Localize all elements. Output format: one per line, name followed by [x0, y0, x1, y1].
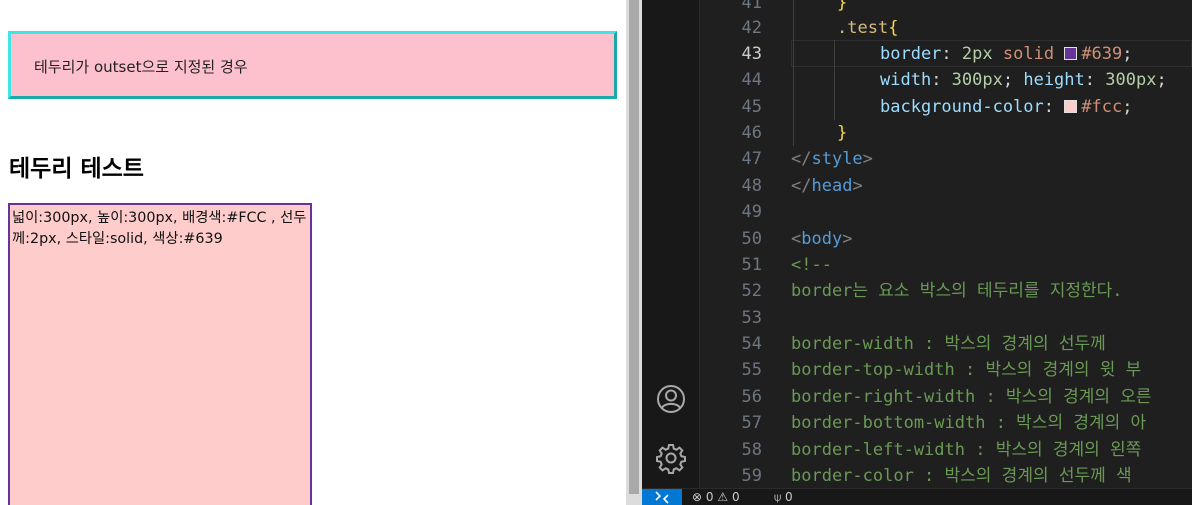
- line-number: 53: [741, 308, 762, 328]
- line-number: 55: [741, 360, 762, 380]
- warning-icon: ⚠: [717, 490, 729, 504]
- code-brace: {: [888, 18, 899, 38]
- line-number: 59: [741, 466, 762, 486]
- error-count: 0: [705, 490, 714, 504]
- code-editor[interactable]: } .test{ border: 2px solid #639; width: …: [791, 0, 1192, 488]
- line-number: 52: [741, 281, 762, 301]
- problems-status[interactable]: ⊗ 0 ⚠ 0: [692, 490, 740, 504]
- line-number: 50: [741, 229, 762, 249]
- outset-border-box: 테두리가 outset으로 지정된 경우: [8, 31, 617, 99]
- account-icon[interactable]: [655, 383, 687, 415]
- ports-status[interactable]: ⍦ 0: [774, 490, 793, 505]
- ports-count: 0: [785, 490, 793, 504]
- code-tag: style: [811, 149, 863, 169]
- line-number-active: 43: [741, 44, 762, 64]
- code-comment: border-left-width : 박스의 경계의 왼쪽: [791, 440, 1142, 460]
- test-box-text: 넓이:300px, 높이:300px, 배경색:#FCC , 선두께:2px, …: [12, 210, 307, 247]
- code-selector: .test: [837, 18, 889, 38]
- code-property: height: [1023, 70, 1085, 90]
- preview-scrollbar[interactable]: [626, 0, 642, 505]
- line-number: 41: [741, 0, 762, 13]
- code-property: width: [880, 70, 932, 90]
- warning-count: 0: [731, 490, 740, 504]
- outset-box-text: 테두리가 outset으로 지정된 경우: [34, 58, 248, 76]
- line-number: 48: [741, 176, 762, 196]
- code-comment: border-top-width : 박스의 경계의 윗 부: [791, 360, 1142, 380]
- line-number: 58: [741, 440, 762, 460]
- line-number: 57: [741, 413, 762, 433]
- broadcast-icon: ⍦: [774, 490, 782, 504]
- line-number: 44: [741, 70, 762, 90]
- code-property: border: [880, 44, 942, 64]
- status-bar: ⊗ 0 ⚠ 0 ⍦ 0: [642, 488, 1192, 505]
- line-number: 49: [741, 202, 762, 222]
- indent-guide: [834, 40, 835, 120]
- code-editor-window: 41 42 43 44 45 46 47 48 49 50 51 52 53 5…: [642, 0, 1192, 505]
- remote-button[interactable]: [642, 489, 682, 505]
- code-number: 2px: [961, 44, 993, 64]
- line-number: 42: [741, 18, 762, 38]
- line-number-gutter: 41 42 43 44 45 46 47 48 49 50 51 52 53 5…: [700, 0, 770, 488]
- line-number: 46: [741, 123, 762, 143]
- page-heading: 테두리 테스트: [9, 156, 144, 182]
- code-line: width: 300px; height: 300px;: [880, 70, 1167, 90]
- code-color: #639: [1081, 44, 1123, 64]
- line-number: 56: [741, 387, 762, 407]
- line-number: 47: [741, 149, 762, 169]
- code-brace: }: [837, 0, 848, 13]
- activity-bar: [642, 0, 700, 488]
- code-comment: border-width : 박스의 경계의 선두께: [791, 334, 1106, 354]
- code-color: #fcc: [1081, 97, 1123, 117]
- code-line: </head>: [791, 176, 863, 196]
- scrollbar-thumb[interactable]: [629, 0, 639, 494]
- indent-guide: [793, 0, 794, 146]
- code-number: 300px: [1105, 70, 1157, 90]
- code-comment: <!--: [791, 255, 832, 275]
- code-tag: head: [811, 176, 853, 196]
- code-comment: border는 요소 박스의 테두리를 지정한다.: [791, 281, 1123, 301]
- code-tag: body: [801, 229, 843, 249]
- code-line: </style>: [791, 149, 873, 169]
- line-number: 51: [741, 255, 762, 275]
- code-line: }: [837, 0, 847, 16]
- error-icon: ⊗: [692, 490, 703, 504]
- line-number: 45: [741, 97, 762, 117]
- code-comment: border-bottom-width : 박스의 경계의 아: [791, 413, 1147, 433]
- code-comment: border-right-width : 박스의 경계의 오른: [791, 387, 1152, 407]
- code-line: }: [837, 120, 847, 146]
- gear-icon[interactable]: [655, 442, 687, 474]
- code-keyword: solid: [1002, 44, 1055, 64]
- code-comment: border-color : 박스의 경계의 선두께 색: [791, 466, 1132, 486]
- code-line: border: 2px solid #639;: [880, 44, 1133, 64]
- color-swatch[interactable]: [1064, 100, 1078, 113]
- code-line: .test{: [837, 15, 898, 41]
- test-border-box: 넓이:300px, 높이:300px, 배경색:#FCC , 선두께:2px, …: [8, 203, 312, 505]
- browser-preview: 테두리가 outset으로 지정된 경우 테두리 테스트 넓이:300px, 높…: [0, 0, 626, 505]
- code-brace: }: [837, 123, 848, 143]
- color-swatch[interactable]: [1064, 47, 1078, 60]
- code-line: background-color: #fcc;: [880, 97, 1133, 117]
- code-number: 300px: [951, 70, 1003, 90]
- line-number: 54: [741, 334, 762, 354]
- code-property: background-color: [880, 97, 1044, 117]
- code-line: <body>: [791, 229, 853, 249]
